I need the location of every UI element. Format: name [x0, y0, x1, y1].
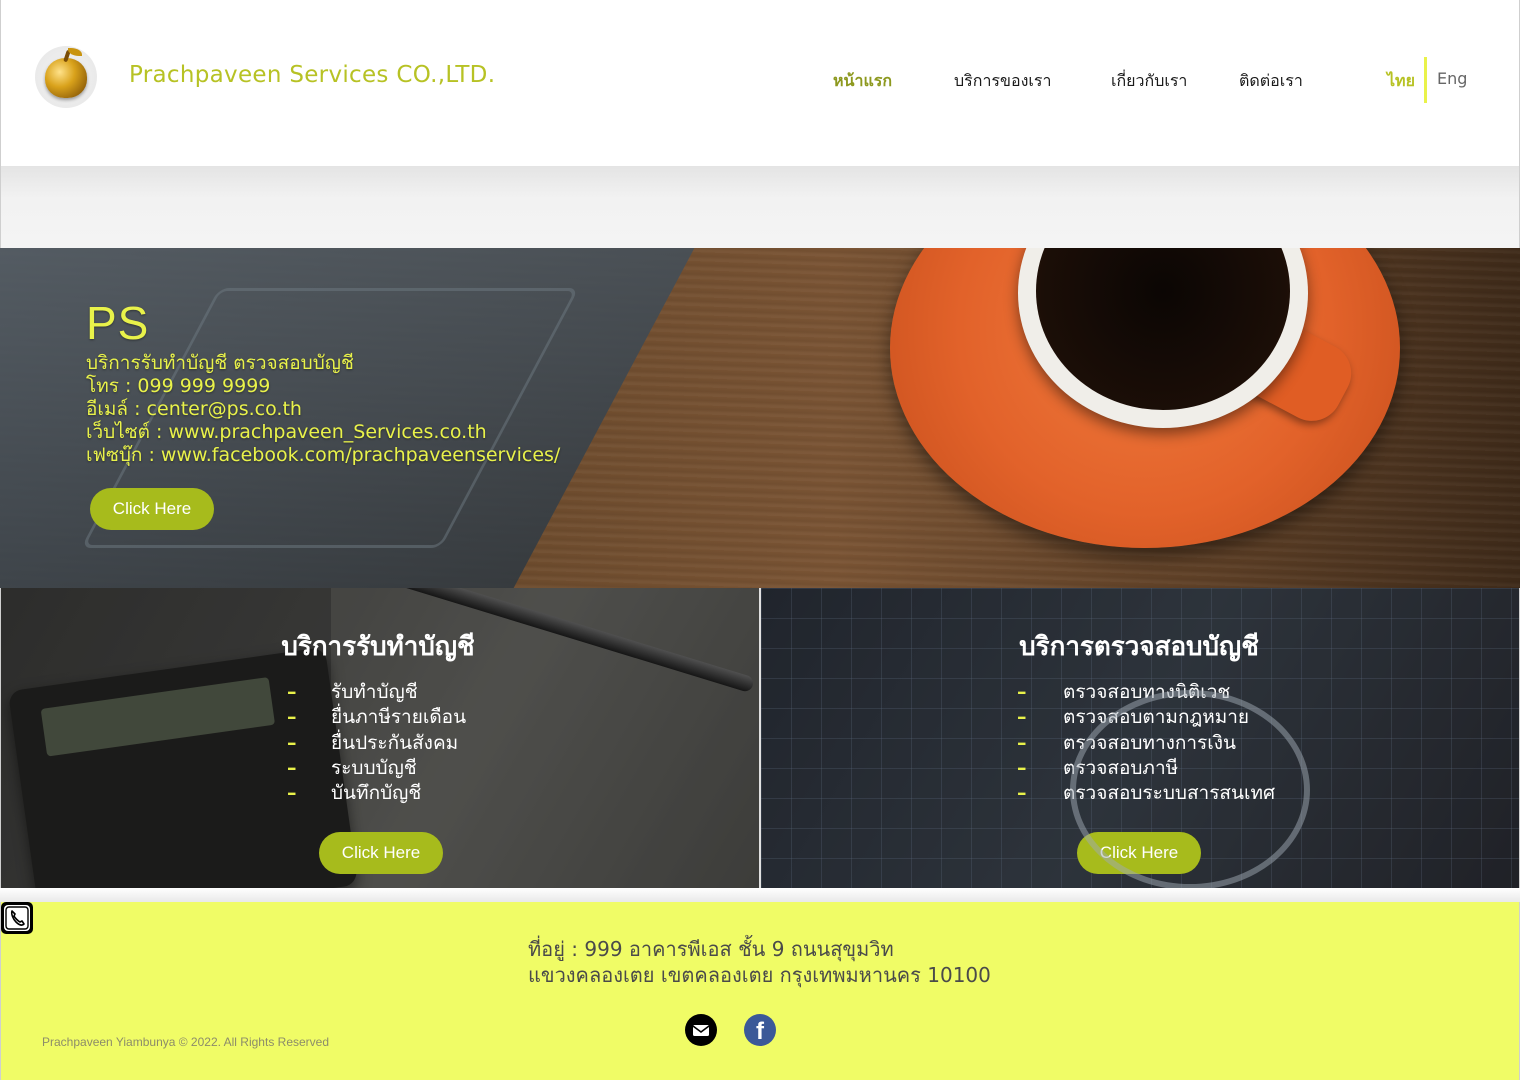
- nav-services[interactable]: บริการของเรา: [954, 69, 1051, 94]
- address-line-2: แขวงคลองเตย เขตคลองเตย กรุงเทพมหานคร 101…: [528, 963, 991, 987]
- lang-divider: [1424, 57, 1427, 103]
- hero-phone: โทร : 099 999 9999: [86, 375, 271, 397]
- dash-icon: –: [1017, 706, 1027, 729]
- dash-icon: –: [1017, 782, 1027, 805]
- accounting-title: บริการรับทำบัญชี: [281, 632, 475, 662]
- hero-email: อีเมล์ : center@ps.co.th: [86, 398, 302, 420]
- dash-icon: –: [1017, 756, 1027, 779]
- list-item: – ระบบบัญชี: [287, 756, 466, 781]
- header-shadow-band: [0, 166, 1520, 248]
- address-line-1: ที่อยู่ : 999 อาคารพีเอส ชั้น 9 ถนนสุขุม…: [528, 937, 894, 961]
- nav-home[interactable]: หน้าแรก: [833, 69, 892, 94]
- dash-icon: –: [287, 731, 297, 754]
- site-header: Prachpaveen Services CO.,LTD. หน้าแรก บร…: [0, 0, 1520, 166]
- footer-address: ที่อยู่ : 999 อาคารพีเอส ชั้น 9 ถนนสุขุม…: [528, 936, 991, 988]
- dash-icon: –: [287, 681, 297, 703]
- magnifier-image: [1070, 690, 1310, 890]
- dash-icon: –: [287, 756, 297, 779]
- phone-icon[interactable]: [1, 902, 33, 934]
- hero-click-here-button[interactable]: Click Here: [90, 488, 214, 530]
- company-logo[interactable]: [35, 46, 97, 108]
- dash-icon: –: [1017, 681, 1027, 703]
- audit-title: บริการตรวจสอบบัญชี: [1019, 632, 1259, 662]
- hero-facebook: เฟซบุ๊ก : www.facebook.com/prachpaveense…: [86, 444, 561, 466]
- facebook-icon[interactable]: f: [744, 1014, 776, 1046]
- site-footer: ที่อยู่ : 999 อาคารพีเอส ชั้น 9 ถนนสุขุม…: [0, 902, 1520, 1080]
- list-item: – รับทำบัญชี: [287, 680, 466, 705]
- nav-about[interactable]: เกี่ยวกับเรา: [1111, 69, 1187, 94]
- footer-separator: [0, 888, 1520, 902]
- brand-name[interactable]: Prachpaveen Services CO.,LTD.: [129, 62, 495, 88]
- hero-text-block: PS บริการรับทำบัญชี ตรวจสอบบัญชี โทร : 0…: [86, 296, 560, 467]
- dash-icon: –: [1017, 731, 1027, 754]
- hero-banner: PS บริการรับทำบัญชี ตรวจสอบบัญชี โทร : 0…: [0, 248, 1520, 588]
- copyright-text: Prachpaveen Yiambunya © 2022. All Rights…: [42, 1035, 330, 1049]
- accounting-click-here-button[interactable]: Click Here: [319, 832, 443, 874]
- lang-thai-button[interactable]: ไทย: [1387, 69, 1415, 94]
- hero-tagline: บริการรับทำบัญชี ตรวจสอบบัญชี: [86, 352, 354, 374]
- list-item-label: บันทึกบัญชี: [331, 782, 422, 805]
- phone-glyph: [4, 905, 30, 931]
- golden-apple-icon: [45, 58, 87, 98]
- lang-english-button[interactable]: Eng: [1437, 69, 1467, 88]
- list-item: – ยื่นภาษีรายเดือน: [287, 705, 467, 730]
- dash-icon: –: [287, 782, 297, 805]
- accounting-list: – รับทำบัญชี – ยื่นภาษีรายเดือน – ยื่นประกั…: [287, 680, 467, 806]
- mail-glyph: [692, 1025, 710, 1036]
- dash-icon: –: [287, 706, 297, 729]
- hero-website: เว็บไซต์ : www.prachpaveen_Services.co.t…: [86, 421, 487, 443]
- list-item-label: ยื่นภาษีรายเดือน: [331, 706, 467, 729]
- hero-title: PS: [86, 297, 150, 349]
- list-item-label: รับทำบัญชี: [331, 681, 418, 703]
- apple-leaf-icon: [68, 48, 82, 56]
- list-item: – ยื่นประกันสังคม: [287, 731, 466, 756]
- nav-contact[interactable]: ติดต่อเรา: [1239, 69, 1303, 94]
- list-item-label: ระบบบัญชี: [331, 756, 417, 779]
- list-item-label: ยื่นประกันสังคม: [331, 731, 459, 754]
- mail-icon[interactable]: [685, 1014, 717, 1046]
- accounting-service-panel: บริการรับทำบัญชี – รับทำบัญชี – ยื่นภาษีรา…: [0, 588, 759, 888]
- list-item: – บันทึกบัญชี: [287, 781, 466, 806]
